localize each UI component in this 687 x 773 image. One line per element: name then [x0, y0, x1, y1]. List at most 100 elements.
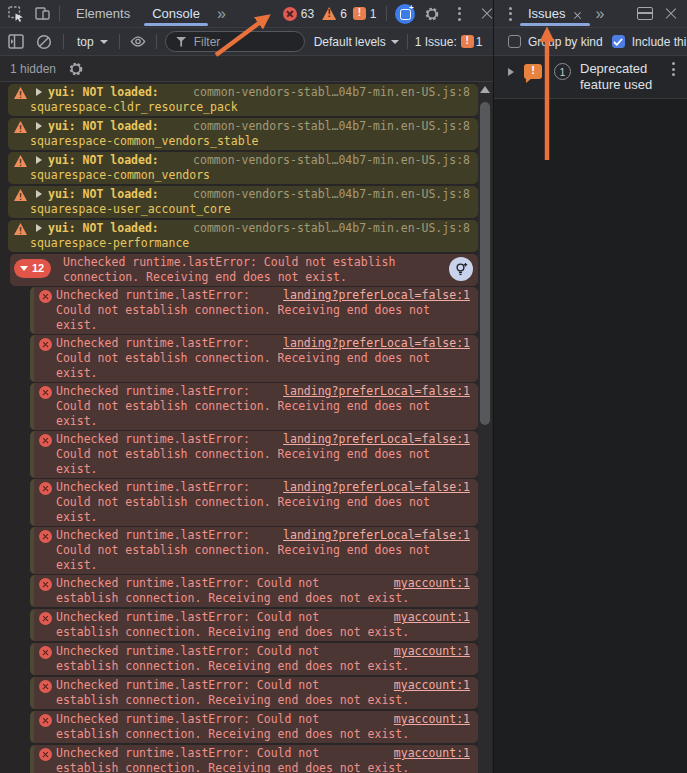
chevron-down-icon — [100, 40, 108, 44]
close-panel-icon[interactable] — [663, 6, 679, 22]
expand-triangle-icon[interactable] — [36, 122, 42, 130]
tab-elements[interactable]: Elements — [76, 0, 130, 27]
source-link[interactable]: landing?preferLocal=false:1 — [283, 288, 470, 303]
filter-input[interactable]: Filter — [165, 31, 305, 52]
source-link[interactable]: common-vendors-stabl…04b7-min.en-US.js:8 — [193, 119, 470, 134]
expand-triangle-icon[interactable] — [36, 156, 42, 164]
expand-triangle-icon[interactable] — [36, 224, 42, 232]
expand-triangle-icon[interactable] — [508, 68, 514, 76]
live-expression-eye-icon[interactable] — [130, 34, 146, 50]
expand-triangle-icon[interactable] — [36, 88, 42, 96]
error-icon — [283, 7, 297, 21]
scrollbar-thumb[interactable] — [480, 102, 490, 425]
devtools-window: Elements Console » 63 6 1 top — [0, 0, 687, 773]
kebab-menu-icon[interactable] — [502, 6, 518, 22]
console-error-group-header[interactable]: 12 Unchecked runtime.lastError: Could no… — [10, 254, 478, 286]
error-count-badge[interactable]: 63 — [283, 7, 314, 21]
filter-funnel-icon — [176, 37, 187, 47]
console-warning-message[interactable]: common-vendors-stabl…04b7-min.en-US.js:8… — [8, 118, 478, 150]
tab-issues[interactable]: Issues — [528, 0, 582, 27]
source-link[interactable]: myaccount:1 — [394, 746, 470, 761]
source-link[interactable]: myaccount:1 — [394, 576, 470, 591]
warning-count-badge[interactable]: 6 — [322, 7, 347, 21]
issues-panel: Issues » Group by kind Include thi 1 Dep… — [494, 0, 687, 773]
console-error-message[interactable]: myaccount:1Unchecked runtime.lastError: … — [30, 677, 478, 709]
ai-insight-lightbulb-button[interactable] — [449, 257, 473, 281]
device-toolbar-icon[interactable] — [34, 6, 50, 22]
source-link[interactable]: myaccount:1 — [394, 610, 470, 625]
console-error-message[interactable]: myaccount:1Unchecked runtime.lastError: … — [30, 711, 478, 743]
source-link[interactable]: common-vendors-stabl…04b7-min.en-US.js:8 — [193, 153, 470, 168]
tab-console[interactable]: Console — [152, 0, 200, 27]
divider — [119, 34, 120, 49]
dock-side-icon[interactable] — [637, 6, 653, 22]
error-icon — [39, 612, 52, 625]
console-warning-message[interactable]: common-vendors-stabl…04b7-min.en-US.js:8… — [8, 152, 478, 184]
error-icon — [39, 578, 52, 591]
source-link[interactable]: common-vendors-stabl…04b7-min.en-US.js:8 — [193, 221, 470, 236]
source-link[interactable]: myaccount:1 — [394, 712, 470, 727]
issue-icon — [353, 7, 366, 20]
console-scrollbar[interactable] — [478, 82, 492, 773]
issue-kebab-menu-icon[interactable] — [665, 61, 681, 77]
warning-icon — [14, 121, 27, 133]
error-icon — [39, 714, 52, 727]
clear-console-icon[interactable] — [36, 34, 52, 50]
console-warning-message[interactable]: common-vendors-stabl…04b7-min.en-US.js:8… — [8, 186, 478, 218]
close-devtools-icon[interactable] — [479, 6, 495, 22]
console-error-message[interactable]: myaccount:1Unchecked runtime.lastError: … — [30, 745, 478, 773]
source-link[interactable]: landing?preferLocal=false:1 — [283, 384, 470, 399]
console-messages-area: common-vendors-stabl…04b7-min.en-US.js:8… — [0, 82, 493, 773]
error-icon — [39, 482, 52, 495]
console-error-message[interactable]: landing?preferLocal=false:1Unchecked run… — [30, 479, 478, 526]
console-error-message[interactable]: myaccount:1Unchecked runtime.lastError: … — [30, 643, 478, 675]
console-sidebar-icon[interactable] — [8, 34, 24, 50]
more-tabs-icon[interactable]: » — [596, 5, 604, 23]
issue-icon — [461, 35, 474, 48]
issue-counter-value: 1 — [476, 35, 483, 49]
console-error-message[interactable]: myaccount:1Unchecked runtime.lastError: … — [30, 609, 478, 641]
devtools-extension-icon[interactable] — [395, 4, 415, 24]
source-link[interactable]: myaccount:1 — [394, 678, 470, 693]
error-group-badge[interactable]: 12 — [14, 259, 51, 278]
source-link[interactable]: landing?preferLocal=false:1 — [283, 528, 470, 543]
console-error-message[interactable]: landing?preferLocal=false:1Unchecked run… — [30, 287, 478, 334]
console-warning-message[interactable]: common-vendors-stabl…04b7-min.en-US.js:8… — [8, 84, 478, 116]
source-link[interactable]: landing?preferLocal=false:1 — [283, 432, 470, 447]
settings-gear-icon[interactable] — [424, 6, 440, 22]
source-link[interactable]: myaccount:1 — [394, 644, 470, 659]
scroll-up-arrow[interactable] — [480, 86, 490, 93]
divider — [156, 34, 157, 49]
include-third-party-checkbox[interactable] — [612, 35, 625, 48]
source-link[interactable]: common-vendors-stabl…04b7-min.en-US.js:8 — [193, 187, 470, 202]
source-link[interactable]: landing?preferLocal=false:1 — [283, 336, 470, 351]
active-tab-underline — [520, 23, 590, 26]
expand-triangle-icon[interactable] — [36, 190, 42, 198]
source-link[interactable]: common-vendors-stabl…04b7-min.en-US.js:8 — [193, 85, 470, 100]
divider — [386, 6, 387, 21]
context-selector[interactable]: top — [77, 35, 94, 49]
console-error-message[interactable]: myaccount:1Unchecked runtime.lastError: … — [30, 575, 478, 607]
close-tab-icon[interactable] — [573, 9, 582, 18]
console-error-message[interactable]: landing?preferLocal=false:1Unchecked run… — [30, 527, 478, 574]
console-settings-gear-icon[interactable] — [68, 61, 84, 77]
group-by-kind-checkbox[interactable] — [508, 35, 521, 48]
console-warning-message[interactable]: common-vendors-stabl…04b7-min.en-US.js:8… — [8, 220, 478, 252]
error-icon — [39, 434, 52, 447]
issue-count-badge[interactable]: 1 — [353, 7, 377, 21]
error-icon — [39, 646, 52, 659]
warning-icon — [14, 155, 27, 167]
issue-counter[interactable]: 1 Issue: — [415, 35, 457, 49]
warning-icon — [322, 7, 336, 20]
more-tabs-icon[interactable]: » — [217, 5, 225, 23]
log-levels-dropdown[interactable]: Default levels — [314, 35, 386, 49]
filter-placeholder: Filter — [194, 35, 221, 49]
include-third-party-label: Include thi — [632, 35, 687, 49]
kebab-menu-icon[interactable] — [452, 6, 468, 22]
console-error-message[interactable]: landing?preferLocal=false:1Unchecked run… — [30, 335, 478, 382]
source-link[interactable]: landing?preferLocal=false:1 — [283, 480, 470, 495]
inspect-element-icon[interactable] — [8, 6, 24, 22]
console-error-message[interactable]: landing?preferLocal=false:1Unchecked run… — [30, 431, 478, 478]
console-error-message[interactable]: landing?preferLocal=false:1Unchecked run… — [30, 383, 478, 430]
issue-row[interactable]: 1 Deprecated feature used — [494, 56, 687, 99]
